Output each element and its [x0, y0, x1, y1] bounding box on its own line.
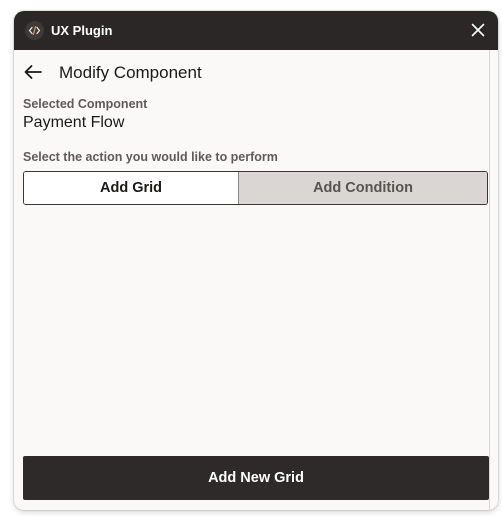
title-bar: UX Plugin — [14, 11, 498, 50]
arrow-left-icon[interactable] — [23, 62, 43, 82]
action-segmented-control: Add Grid Add Condition — [23, 171, 488, 205]
selected-component-label: Selected Component — [23, 97, 148, 111]
code-icon — [25, 21, 44, 40]
add-grid-option[interactable]: Add Grid — [24, 172, 239, 204]
plugin-window: UX Plugin Modify Component Selected Comp… — [14, 11, 498, 510]
add-condition-option[interactable]: Add Condition — [239, 172, 487, 204]
page-header: Modify Component — [23, 61, 202, 83]
panel-content: Modify Component Selected Component Paym… — [14, 50, 490, 510]
app-title: UX Plugin — [51, 23, 113, 38]
action-prompt: Select the action you would like to perf… — [23, 150, 278, 164]
scrollbar[interactable] — [489, 50, 498, 510]
page-title: Modify Component — [59, 63, 202, 82]
add-new-grid-button[interactable]: Add New Grid — [23, 456, 489, 500]
selected-component-value: Payment Flow — [23, 114, 125, 131]
close-icon[interactable] — [470, 22, 486, 38]
